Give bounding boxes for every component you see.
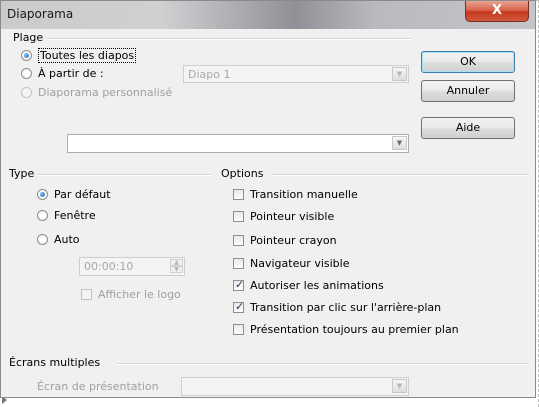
start-slide-combo[interactable]: Diapo 1 ▼ bbox=[183, 65, 409, 83]
checkbox-box bbox=[81, 289, 92, 300]
checkbox-pen-pointer[interactable]: Pointeur crayon bbox=[233, 234, 337, 247]
radio-indicator bbox=[37, 234, 48, 245]
pause-duration-spinner[interactable]: 00:00:10 ▲ ▼ bbox=[79, 257, 185, 276]
dialog-client-area: Plage Toutes les diapos À partir de : Di… bbox=[9, 30, 529, 396]
pen-pointer-label: Pointeur crayon bbox=[250, 234, 337, 247]
radio-auto-type-label: Auto bbox=[54, 233, 80, 246]
options-separator bbox=[273, 174, 529, 176]
spinner-buttons: ▲ ▼ bbox=[170, 259, 183, 274]
navigator-visible-label: Navigateur visible bbox=[250, 257, 350, 270]
show-logo-label: Afficher le logo bbox=[98, 288, 181, 301]
radio-indicator bbox=[37, 210, 48, 221]
allow-animations-label: Autoriser les animations bbox=[250, 279, 384, 292]
type-section-label: Type bbox=[9, 167, 39, 180]
presentation-screen-combo[interactable]: ▼ bbox=[181, 377, 409, 396]
dropdown-arrow-icon[interactable]: ▼ bbox=[392, 67, 407, 81]
close-button[interactable]: X bbox=[465, 1, 529, 22]
spin-up-icon[interactable]: ▲ bbox=[170, 259, 183, 266]
custom-show-combo[interactable]: ▼ bbox=[67, 134, 409, 153]
radio-all-slides-label: Toutes les diapos bbox=[38, 48, 137, 63]
options-section-label: Options bbox=[221, 167, 268, 180]
dropdown-arrow-icon[interactable]: ▼ bbox=[392, 136, 407, 150]
always-on-top-label: Présentation toujours au premier plan bbox=[250, 323, 459, 336]
dropdown-arrow-icon[interactable]: ▼ bbox=[392, 379, 407, 393]
show-logo-checkbox[interactable]: Afficher le logo bbox=[81, 288, 181, 301]
pointer-visible-label: Pointeur visible bbox=[250, 210, 335, 223]
radio-indicator bbox=[21, 87, 32, 98]
radio-window-type[interactable]: Fenêtre bbox=[37, 209, 96, 222]
radio-indicator bbox=[21, 68, 32, 79]
radio-indicator bbox=[21, 50, 32, 61]
ok-button[interactable]: OK bbox=[421, 51, 515, 73]
checkbox-always-on-top[interactable]: Présentation toujours au premier plan bbox=[233, 323, 459, 336]
radio-all-slides[interactable]: Toutes les diapos bbox=[21, 48, 137, 63]
spin-down-icon[interactable]: ▼ bbox=[170, 266, 183, 273]
radio-custom-show-label: Diaporama personnalisé bbox=[38, 86, 173, 99]
radio-from-slide[interactable]: À partir de : bbox=[21, 67, 104, 80]
presentation-screen-label: Écran de présentation bbox=[37, 380, 159, 393]
checkbox-click-background[interactable]: Transition par clic sur l'arrière-plan bbox=[233, 300, 442, 314]
multiscreen-separator bbox=[117, 363, 529, 365]
plage-section-label: Plage bbox=[13, 31, 48, 44]
click-background-label: Transition par clic sur l'arrière-plan bbox=[250, 301, 442, 314]
manual-transition-label: Transition manuelle bbox=[250, 188, 358, 201]
checkbox-allow-animations[interactable]: Autoriser les animations bbox=[233, 278, 384, 292]
checkbox-box bbox=[233, 235, 244, 246]
checkbox-box bbox=[233, 258, 244, 269]
checkbox-manual-transition[interactable]: Transition manuelle bbox=[233, 188, 358, 201]
radio-auto-type[interactable]: Auto bbox=[37, 233, 80, 246]
start-slide-value: Diapo 1 bbox=[188, 68, 231, 81]
radio-default-type-label: Par défaut bbox=[54, 188, 111, 201]
type-separator bbox=[33, 174, 211, 176]
close-icon: X bbox=[491, 3, 503, 18]
title-bar[interactable]: Diaporama X bbox=[1, 1, 535, 29]
radio-indicator bbox=[37, 189, 48, 200]
checkbox-box bbox=[233, 211, 244, 222]
radio-custom-show[interactable]: Diaporama personnalisé bbox=[21, 86, 172, 99]
radio-from-slide-label: À partir de : bbox=[38, 67, 104, 80]
pause-duration-value: 00:00:10 bbox=[84, 260, 134, 273]
plage-separator bbox=[19, 38, 411, 40]
checkbox-navigator-visible[interactable]: Navigateur visible bbox=[233, 257, 350, 270]
help-button[interactable]: Aide bbox=[421, 117, 515, 139]
cancel-button[interactable]: Annuler bbox=[421, 80, 515, 102]
checkbox-box bbox=[233, 189, 244, 200]
checkbox-box bbox=[233, 324, 244, 335]
checkmark-icon bbox=[233, 278, 244, 291]
checkbox-pointer-visible[interactable]: Pointeur visible bbox=[233, 210, 334, 223]
multiscreen-section-label: Écrans multiples bbox=[9, 356, 105, 369]
diaporama-dialog: Diaporama X Plage Toutes les diapos À pa… bbox=[0, 0, 536, 398]
radio-default-type[interactable]: Par défaut bbox=[37, 188, 111, 201]
window-title: Diaporama bbox=[7, 7, 74, 21]
checkmark-icon bbox=[233, 300, 244, 313]
radio-window-type-label: Fenêtre bbox=[54, 209, 96, 222]
